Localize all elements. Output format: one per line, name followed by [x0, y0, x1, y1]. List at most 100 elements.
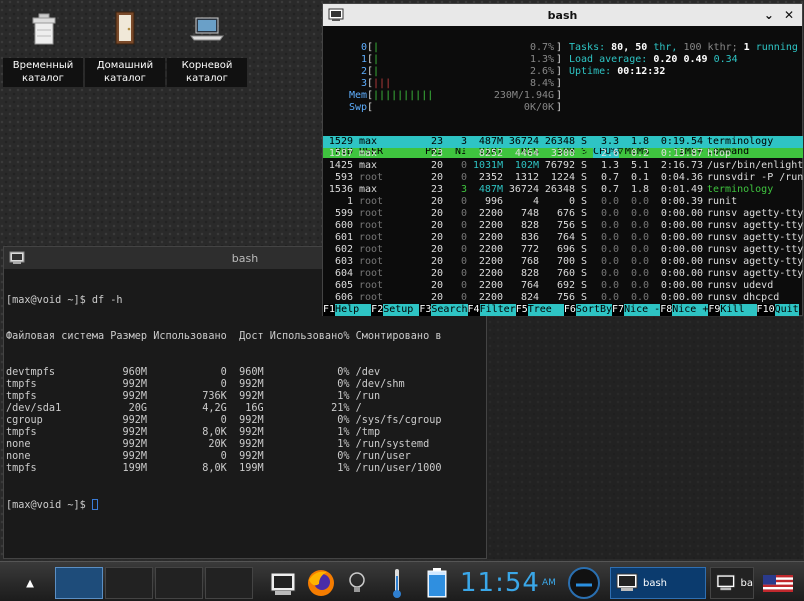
process-row[interactable]: 603 root 20 0 2200 768 700 S 0.0 0.0 0:00.00 runsv …	[323, 256, 803, 268]
process-row[interactable]: 1587 max 23 3 8252 4464 3300 R 2.6 0.2 0:13.87 htop	[323, 148, 803, 160]
uptime-line: Uptime: 00:12:32	[569, 66, 666, 77]
cell-shr: 760	[556, 268, 575, 279]
firefox-icon[interactable]	[305, 566, 337, 600]
cell-ni: 0	[460, 256, 467, 267]
cell-cpu: 0.7	[600, 184, 619, 195]
window-titlebar[interactable]: bash ⌄ ✕	[323, 4, 802, 26]
process-row[interactable]: 602 root 20 0 2200 772 696 S 0.0 0.0 0:00.00 runsv …	[323, 244, 803, 256]
cell-s: S	[581, 172, 588, 183]
cell-cmd: runsvdir -P /run	[707, 172, 803, 183]
fkey-f7[interactable]: F7 Nice -	[612, 304, 661, 316]
cell-s: R	[581, 148, 588, 159]
terminal-icon	[328, 8, 344, 22]
cell-mem: 0.0	[630, 232, 649, 243]
cell-res: 36724	[508, 136, 539, 147]
cell-ni: 0	[460, 172, 467, 183]
cell-cpu: 3.3	[600, 136, 619, 147]
cell-s: S	[581, 184, 588, 195]
fkey-f5[interactable]: F5 Tree	[515, 304, 564, 316]
process-row[interactable]: 605 root 20 0 2200 764 692 S 0.0 0.0 0:00.00 runsv …	[323, 280, 803, 292]
cell-mem: 1.8	[630, 184, 649, 195]
minimize-chevron-icon[interactable]: ⌄	[764, 8, 774, 22]
cell-cmd: runsv dhcpcd	[707, 292, 780, 303]
door-icon	[105, 8, 145, 48]
process-row[interactable]: 593 root 20 0 2352 1312 1224 S 0.7 0.1 0:04.36 runs…	[323, 172, 803, 184]
cell-pri: 23	[430, 184, 443, 195]
us-flag-keyboard-layout-icon[interactable]	[762, 566, 794, 600]
cell-user: root	[359, 172, 384, 183]
process-list[interactable]: 1529 max 23 3 487M 36724 26348 S 3.3 1.8 0:19.54 te…	[323, 136, 803, 304]
cell-res: 4464	[514, 148, 539, 159]
cell-cmd: runsv udevd	[707, 280, 774, 291]
cell-cmd: terminology	[707, 136, 774, 147]
cell-mem: 0.0	[630, 292, 649, 303]
cell-cpu: 0.0	[600, 196, 619, 207]
fkey-f9[interactable]: F9 Kill	[708, 304, 757, 316]
workspace-3[interactable]	[155, 567, 203, 599]
desktop-icon-home-folder[interactable]: Домашний каталог	[84, 4, 166, 87]
process-row[interactable]: 601 root 20 0 2200 836 764 S 0.0 0.0 0:00.00 runsv …	[323, 232, 803, 244]
cell-time: 0:01.49	[660, 184, 703, 195]
cell-virt: 487M	[478, 184, 503, 195]
process-row[interactable]: 604 root 20 0 2200 828 760 S 0.0 0.0 0:00.00 runsv …	[323, 268, 803, 280]
function-key-bar: F1 Help F2 Setup F3 Search F4 Filter F5 Tree F6…	[323, 304, 803, 316]
cell-cpu: 2.6	[600, 148, 619, 159]
cpu-bars: |	[373, 66, 380, 77]
cell-res: 764	[520, 280, 539, 291]
desktop-icon-temp-folder[interactable]: Временный каталог	[2, 4, 84, 87]
menu-up-arrow-icon[interactable]: ▲	[18, 566, 42, 600]
cell-virt: 2200	[478, 244, 503, 255]
taskbar-task-bash[interactable]: bash	[610, 567, 706, 599]
process-row[interactable]: 1425 max 20 0 1031M 102M 76792 S 1.3 5.1 2:16.73/u…	[323, 160, 803, 172]
cell-mem: 0.0	[630, 244, 649, 255]
fkey-f8[interactable]: F8 Nice +	[660, 304, 709, 316]
cell-time: 0:19.54	[660, 136, 703, 147]
fkey-f6[interactable]: F6 SortBy	[563, 304, 613, 316]
cell-ni: 0	[460, 268, 467, 279]
cell-s: S	[581, 136, 588, 147]
taskbar-task-bash-2[interactable]: ba	[710, 567, 754, 599]
fkey-f3[interactable]: F3 Search	[419, 304, 468, 316]
process-row[interactable]: 599 root 20 0 2200 748 676 S 0.0 0.0 0:00.00 runsv …	[323, 208, 803, 220]
cell-shr: 692	[556, 280, 575, 291]
clock[interactable]: 11:54 AM	[460, 567, 570, 599]
workspace-2[interactable]	[105, 567, 153, 599]
trash-icon	[23, 8, 63, 48]
process-row[interactable]: 1529 max 23 3 487M 36724 26348 S 3.3 1.8 0:19.54 te…	[323, 136, 803, 148]
process-row[interactable]: 600 root 20 0 2200 828 756 S 0.0 0.0 0:00.00 runsv …	[323, 220, 803, 232]
fkey-f4[interactable]: F4 Filter	[467, 304, 516, 316]
cell-user: root	[359, 256, 384, 267]
cell-ni: 0	[460, 196, 467, 207]
cpu-value: 8.4%	[529, 78, 555, 89]
htop-meters: 0[| 0.7%] 1[| 1.3%] 2[| 2.6%] 3[||| 8.4%] Mem[|…	[331, 42, 801, 116]
process-row[interactable]: 606 root 20 0 2200 824 756 S 0.0 0.0 0:00.00 runsv …	[323, 292, 803, 304]
cpu-value: 2.6%	[529, 66, 555, 77]
workspace-1[interactable]	[55, 567, 103, 599]
workspace-4[interactable]	[205, 567, 253, 599]
lightbulb-icon[interactable]	[346, 566, 368, 600]
cell-cmd: runsv agetty-tty	[707, 256, 803, 267]
eject-disc-icon[interactable]	[566, 566, 602, 600]
cell-user: root	[359, 232, 384, 243]
cell-cpu: 0.7	[600, 172, 619, 183]
cell-s: S	[581, 232, 588, 243]
cell-cpu: 0.0	[600, 232, 619, 243]
process-row[interactable]: 1536 max 23 3 487M 36724 26348 S 0.7 1.8 0:01.49 te…	[323, 184, 803, 196]
cell-pri: 20	[430, 256, 443, 267]
cell-virt: 996	[484, 196, 503, 207]
cell-cmd: runsv agetty-tty	[707, 268, 803, 279]
cell-pid: 605	[334, 280, 353, 291]
fkey-f10[interactable]: F10 Quit	[756, 304, 799, 316]
fkey-f2[interactable]: F2 Setup	[371, 304, 420, 316]
cell-mem: 0.0	[630, 220, 649, 231]
terminal-launcher-icon[interactable]	[268, 566, 298, 600]
htop-terminal-window[interactable]: bash ⌄ ✕ 0[| 0.7%] 1[| 1.3%] 2[| 2.6%] 3[||| 8.…	[322, 3, 803, 316]
desktop-icon-root-folder[interactable]: Корневой каталог	[166, 4, 248, 87]
close-icon[interactable]: ✕	[784, 8, 794, 22]
cell-ni: 3	[460, 136, 467, 147]
cell-mem: 0.1	[630, 172, 649, 183]
cell-res: 828	[520, 268, 539, 279]
cell-cmd: runsv agetty-tty	[707, 208, 803, 219]
process-row[interactable]: 1 root 20 0 996 4 0 S 0.0 0.0 0:00.39 runit	[323, 196, 803, 208]
fkey-f1[interactable]: F1 Help	[323, 304, 372, 316]
